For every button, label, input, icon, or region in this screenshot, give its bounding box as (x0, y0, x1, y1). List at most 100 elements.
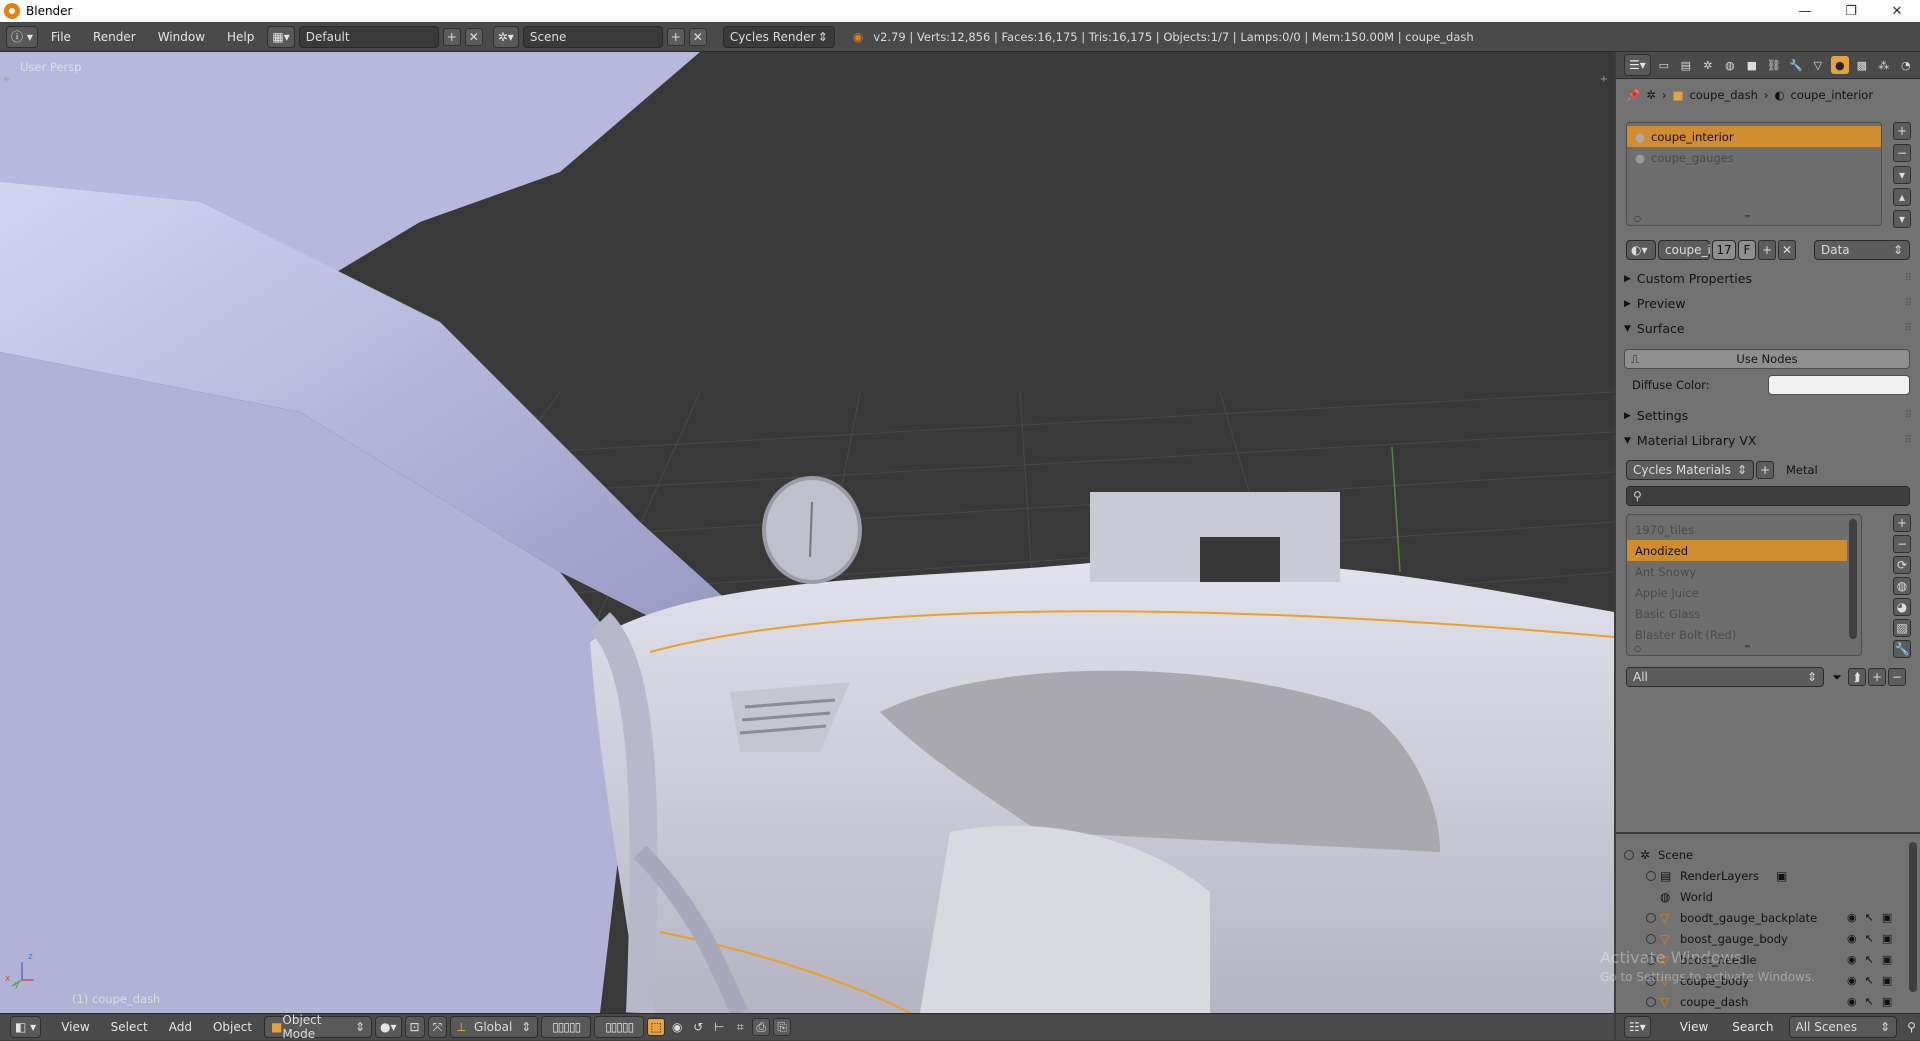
render-tab-icon[interactable]: ▭ (1655, 56, 1673, 74)
material-name-field[interactable]: coupe_in (1658, 240, 1718, 260)
shading-dropdown[interactable]: ● ▾ (375, 1016, 402, 1038)
3d-viewport[interactable]: User Persp (1) coupe_dash z x y + + (0, 52, 1614, 1013)
eye-icon[interactable]: ◉ (1847, 995, 1857, 1008)
panel-settings[interactable]: ▶ Settings (1624, 408, 1688, 423)
add-slot-button[interactable]: + (1893, 122, 1911, 140)
refresh-icon[interactable]: ⟳ (1893, 556, 1911, 574)
use-nodes-button[interactable]: ⎍ Use Nodes (1624, 349, 1910, 369)
cursor-icon[interactable]: ↖ (1865, 953, 1874, 966)
eye-icon[interactable]: ◉ (1847, 911, 1857, 924)
wrench-icon[interactable]: 🔧 (1893, 640, 1911, 658)
camera-icon[interactable]: ▣ (1882, 974, 1892, 987)
list-grip-icon[interactable]: ═ (1745, 642, 1750, 651)
cursor-icon[interactable]: ↖ (1865, 995, 1874, 1008)
data-tab-icon[interactable]: ▽ (1809, 56, 1827, 74)
list-item[interactable]: Anodized (1627, 540, 1847, 561)
constraints-tab-icon[interactable]: ⛓ (1765, 56, 1783, 74)
scene-icon[interactable]: ✲▾ (492, 25, 519, 48)
render-engine-dropdown[interactable]: Cycles Render ⇕ (722, 25, 835, 48)
menu-view[interactable]: View (52, 1016, 98, 1038)
list-resize-icon[interactable]: ○ (1634, 644, 1641, 653)
restore-button[interactable]: ❐ (1828, 0, 1874, 22)
list-grip-icon[interactable]: ═ (1745, 212, 1750, 221)
texture-tab-icon[interactable]: ▩ (1853, 56, 1871, 74)
panel-grip-icon[interactable]: ⠿ (1905, 435, 1912, 446)
pin-icon[interactable]: 📌 (1626, 88, 1640, 102)
remove-scene-button[interactable]: ✕ (688, 27, 707, 46)
physics-tab-icon[interactable]: ◔ (1897, 56, 1915, 74)
menu-search[interactable]: Search (1723, 1016, 1782, 1038)
move-down-button[interactable]: ▾ (1893, 210, 1911, 228)
render-layers-tab-icon[interactable]: ▤ (1677, 56, 1695, 74)
list-item[interactable]: Blaster Bolt (Red) (1627, 624, 1861, 645)
menu-view[interactable]: View (1671, 1016, 1717, 1038)
orientation-dropdown[interactable]: ⟂ Global ⇕ (450, 1016, 539, 1038)
menu-object[interactable]: Object (204, 1016, 261, 1038)
remove-category-button[interactable]: − (1888, 668, 1906, 686)
panel-material-library[interactable]: ▼ Material Library VX (1624, 433, 1756, 448)
expand-icon[interactable] (1646, 996, 1656, 1007)
lock-camera-icon[interactable]: ⬚ (647, 1018, 666, 1036)
search-icon[interactable]: ⚲ (1903, 1018, 1920, 1036)
menu-select[interactable]: Select (102, 1016, 157, 1038)
layers-row-2[interactable]: ▯▯▯▯▯ (594, 1016, 645, 1038)
unlink-material-button[interactable]: ✕ (1778, 240, 1796, 260)
panel-preview[interactable]: ▶ Preview (1624, 296, 1686, 311)
outliner-row-object[interactable]: ▽ boost_gauge_body ◉ ↖ ▣ (1616, 928, 1906, 949)
panel-grip-icon[interactable]: ⠿ (1905, 298, 1912, 309)
outliner-row-scene[interactable]: ✲ Scene (1616, 844, 1906, 865)
minimize-button[interactable]: — (1782, 0, 1828, 22)
layers-row-1[interactable]: ▯▯▯▯▯ (541, 1016, 592, 1038)
screen-layout-icon[interactable]: ▦▾ (267, 25, 295, 48)
material-preview-icon[interactable]: ◍ (1893, 577, 1911, 595)
outliner-row-object[interactable]: ▽ boodt_gauge_backplate ◉ ↖ ▣ (1616, 907, 1906, 928)
outliner-scrollbar[interactable] (1909, 842, 1917, 992)
library-material-list[interactable]: 1970_tiles Anodized Ant Snowy Apple Juic… (1626, 514, 1862, 656)
menu-file[interactable]: File (42, 26, 80, 48)
add-layout-button[interactable]: + (442, 27, 461, 46)
panel-grip-icon[interactable]: ⠿ (1905, 323, 1912, 334)
list-item[interactable]: Ant Snowy (1627, 561, 1861, 582)
browse-material-button[interactable]: ◐▾ (1626, 240, 1656, 260)
list-item[interactable]: ● coupe_interior (1627, 126, 1881, 147)
eye-icon[interactable]: ◉ (1847, 974, 1857, 987)
menu-render[interactable]: Render (84, 26, 145, 48)
expand-icon[interactable] (1646, 933, 1656, 944)
editor-type-button[interactable]: ◧ ▾ (10, 1016, 42, 1038)
scene-field[interactable]: Scene (522, 25, 663, 48)
camera-icon[interactable]: ▣ (1882, 953, 1892, 966)
camera-icon[interactable]: ▣ (1882, 932, 1892, 945)
remove-layout-button[interactable]: ✕ (464, 27, 483, 46)
panel-surface[interactable]: ▼ Surface (1624, 321, 1685, 336)
pivot-dropdown[interactable]: ⊡ (404, 1016, 425, 1038)
outliner-row-world[interactable]: ◍ World (1616, 886, 1906, 907)
cursor-icon[interactable]: ↖ (1865, 974, 1874, 987)
object-tab-icon[interactable]: ■ (1743, 56, 1761, 74)
filter-icon[interactable]: ⏷ (1828, 668, 1846, 686)
scene-tab-icon[interactable]: ✲ (1699, 56, 1717, 74)
snap-element-icon[interactable]: ⌗ (731, 1018, 749, 1036)
menu-help[interactable]: Help (218, 26, 263, 48)
color-wheel-icon[interactable]: ◕ (1893, 598, 1911, 616)
expand-icon[interactable] (1646, 870, 1656, 881)
library-search-input[interactable]: ⚲ (1626, 486, 1910, 506)
library-source-dropdown[interactable]: Cycles Materials ⇕ (1626, 460, 1754, 480)
proportional-edit-icon[interactable]: ◉ (668, 1018, 686, 1036)
add-library-button[interactable]: + (1756, 461, 1774, 479)
remove-slot-button[interactable]: − (1893, 144, 1911, 162)
list-item[interactable]: ● coupe_gauges (1627, 147, 1881, 168)
snap-icon[interactable]: ↺ (689, 1018, 707, 1036)
import-icon[interactable]: ⮭ (1848, 668, 1866, 686)
eye-icon[interactable]: ◉ (1847, 953, 1857, 966)
list-item[interactable]: Apple Juice (1627, 582, 1861, 603)
fake-user-button[interactable]: F (1738, 240, 1756, 260)
layout-field[interactable]: Default (298, 25, 439, 48)
panel-grip-icon[interactable]: ⠿ (1905, 273, 1912, 284)
cursor-icon[interactable]: ↖ (1865, 932, 1874, 945)
eye-icon[interactable]: ◉ (1847, 932, 1857, 945)
menu-add[interactable]: Add (160, 1016, 201, 1038)
toolshelf-toggle-icon[interactable]: + (2, 74, 10, 85)
expand-icon[interactable] (1624, 849, 1634, 860)
camera-icon[interactable]: ▣ (1882, 911, 1892, 924)
editor-type-button[interactable]: ☰ ▾ (1624, 54, 1651, 76)
